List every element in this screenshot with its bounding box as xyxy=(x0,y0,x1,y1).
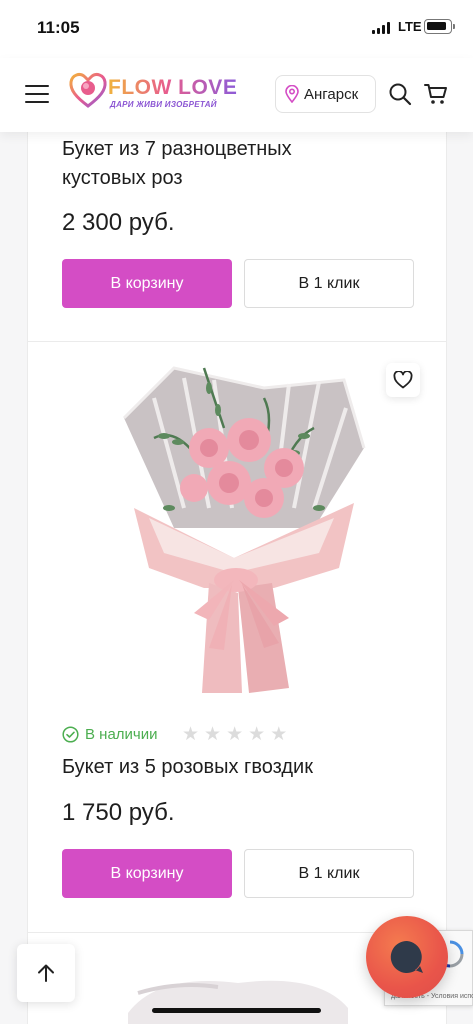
site-header: FLOW LOVE ДАРИ ЖИВИ ИЗОБРЕТАЙ Ангарск xyxy=(0,58,473,132)
one-click-buy-button[interactable]: В 1 клик xyxy=(244,259,414,308)
product-price: 1 750 руб. xyxy=(62,799,175,826)
product-image[interactable] xyxy=(114,358,374,693)
chat-button[interactable] xyxy=(366,916,448,998)
status-time: 11:05 xyxy=(37,18,80,37)
one-click-buy-button[interactable]: В 1 клик xyxy=(244,849,414,898)
star-icon[interactable]: ★ xyxy=(204,725,221,744)
search-icon[interactable] xyxy=(388,82,412,106)
star-icon[interactable]: ★ xyxy=(226,725,243,744)
network-type: LTE xyxy=(398,19,422,34)
city-selector[interactable]: Ангарск xyxy=(275,75,376,113)
logo-name: FLOW LOVE xyxy=(108,76,238,99)
availability-status: В наличии xyxy=(62,726,158,743)
battery-icon xyxy=(424,19,455,34)
availability-label: В наличии xyxy=(85,726,158,743)
arrow-up-icon xyxy=(38,964,54,982)
logo-tagline: ДАРИ ЖИВИ ИЗОБРЕТАЙ xyxy=(110,100,217,109)
logo-heart-icon xyxy=(69,73,107,108)
add-to-cart-button[interactable]: В корзину xyxy=(62,849,232,898)
wishlist-heart-icon[interactable] xyxy=(386,363,420,397)
product-card: В наличии ★ ★ ★ ★ ★ Букет из 5 розовых г… xyxy=(27,341,447,933)
star-icon[interactable]: ★ xyxy=(182,725,199,744)
status-bar: 11:05 LTE xyxy=(0,0,473,58)
logo[interactable]: FLOW LOVE ДАРИ ЖИВИ ИЗОБРЕТАЙ xyxy=(68,70,238,114)
star-icon[interactable]: ★ xyxy=(270,725,287,744)
product-title-line: кустовых роз xyxy=(62,167,183,189)
cart-icon[interactable] xyxy=(424,82,448,106)
location-pin-icon xyxy=(285,85,299,103)
product-title[interactable]: Букет из 7 разноцветных кустовых роз xyxy=(62,135,292,193)
scroll-to-top-button[interactable] xyxy=(17,944,75,1002)
chat-bubble-icon xyxy=(390,940,423,973)
product-title[interactable]: Букет из 5 розовых гвоздик xyxy=(62,753,313,782)
city-label: Ангарск xyxy=(304,85,359,103)
product-title-line: Букет из 7 разноцветных xyxy=(62,138,292,160)
rating-stars[interactable]: ★ ★ ★ ★ ★ xyxy=(182,725,287,744)
cellular-signal-icon xyxy=(372,22,390,34)
add-to-cart-button[interactable]: В корзину xyxy=(62,259,232,308)
product-price: 2 300 руб. xyxy=(62,209,175,236)
menu-icon[interactable] xyxy=(25,84,49,104)
star-icon[interactable]: ★ xyxy=(248,725,265,744)
check-circle-icon xyxy=(62,726,79,743)
home-indicator xyxy=(152,1008,321,1013)
product-card: Букет из 7 разноцветных кустовых роз 2 3… xyxy=(27,100,447,342)
product-image[interactable] xyxy=(118,953,358,1024)
